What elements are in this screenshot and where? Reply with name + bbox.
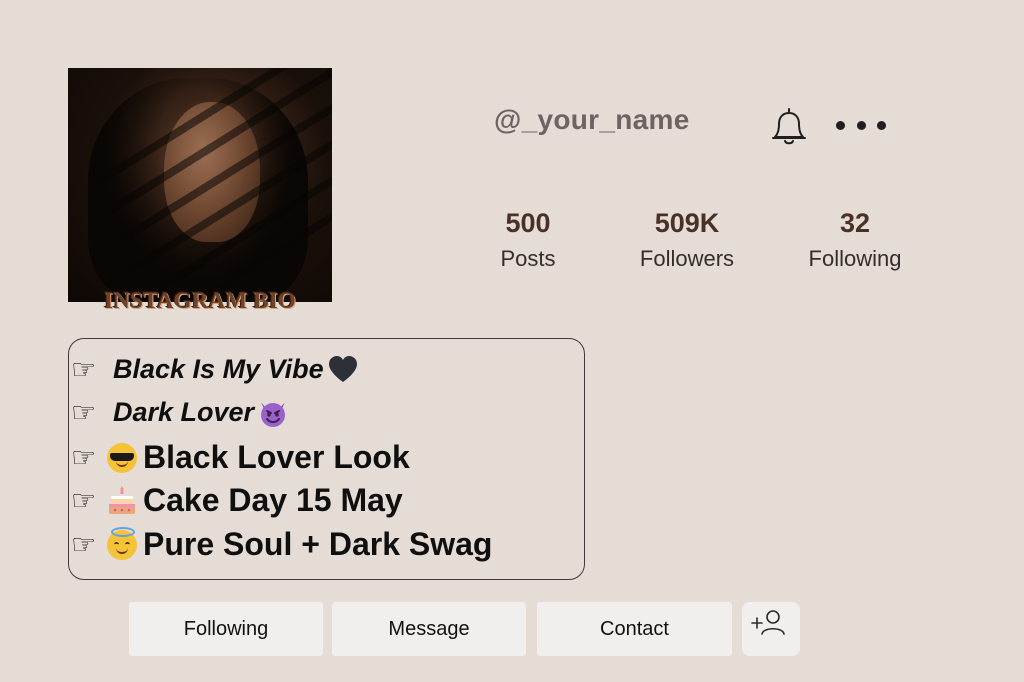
- bio-line: ☞ Black Is My Vibe: [71, 354, 358, 385]
- add-user-button[interactable]: [742, 602, 800, 656]
- bio-line: ☞ Cake Day 15 May: [71, 482, 403, 519]
- bio-line: ☞ Pure Soul + Dark Swag: [71, 526, 492, 563]
- bell-icon[interactable]: [769, 104, 809, 148]
- stat-following[interactable]: 32 Following: [785, 206, 925, 274]
- dot: [856, 120, 866, 130]
- pointing-hand-icon: ☞: [71, 440, 97, 474]
- pointing-hand-icon: ☞: [71, 395, 97, 429]
- add-user-icon: [751, 610, 785, 635]
- stat-value: 509K: [654, 208, 720, 238]
- bio-line-text: Dark Lover: [113, 397, 255, 427]
- photo-caption: INSTAGRAM BIO: [104, 288, 296, 313]
- pointing-hand-icon: ☞: [71, 483, 97, 517]
- stat-label: Following: [808, 246, 902, 271]
- following-button[interactable]: Following: [129, 602, 323, 656]
- message-button[interactable]: Message: [332, 602, 526, 656]
- stat-followers[interactable]: 509K Followers: [617, 206, 757, 274]
- birthday-cake-icon: [109, 485, 135, 514]
- stat-label: Followers: [639, 246, 735, 271]
- more-dots-icon[interactable]: [836, 110, 886, 140]
- pointing-hand-icon: ☞: [71, 352, 97, 386]
- smiling-devil-icon: [258, 398, 288, 428]
- contact-button[interactable]: Contact: [537, 602, 732, 656]
- bio-line-text: Black Lover Look: [143, 439, 410, 475]
- pointing-hand-icon: ☞: [71, 527, 97, 561]
- dot: [836, 120, 845, 130]
- bio-line-text: Black Is My Vibe: [113, 354, 324, 384]
- sunglasses-face-icon: [107, 442, 137, 473]
- stat-label: Posts: [500, 246, 556, 271]
- stat-posts[interactable]: 500 Posts: [458, 206, 598, 274]
- bio-line: ☞ Dark Lover: [71, 397, 288, 428]
- dot: [877, 120, 886, 130]
- bio-line: ☞ Black Lover Look: [71, 439, 410, 476]
- username[interactable]: @_your_name: [494, 104, 690, 136]
- angel-face-icon: [107, 526, 137, 560]
- bio-line-text: Cake Day 15 May: [143, 482, 403, 518]
- stat-value: 500: [505, 208, 551, 238]
- bio-line-text: Pure Soul + Dark Swag: [143, 526, 493, 562]
- stat-value: 32: [839, 208, 871, 238]
- profile-photo[interactable]: [68, 68, 332, 302]
- black-heart-icon: [328, 355, 357, 382]
- bio-box: ☞ Black Is My Vibe ☞ Dark Lover ☞ Black …: [68, 338, 585, 580]
